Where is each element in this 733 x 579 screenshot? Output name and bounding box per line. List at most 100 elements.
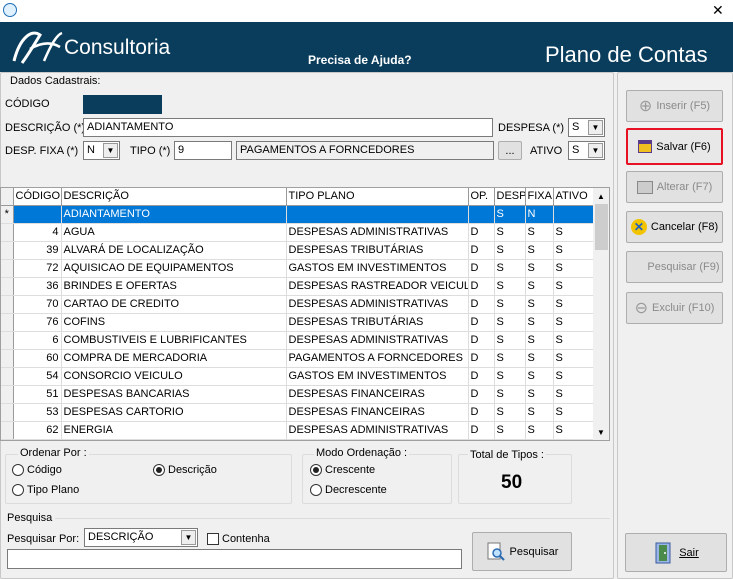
cell-fixa[interactable]: S — [525, 349, 554, 368]
chevron-down-icon[interactable]: ▼ — [588, 120, 603, 135]
cell-tipo[interactable] — [286, 205, 469, 224]
cell-ativo[interactable]: S — [553, 385, 597, 404]
col-header-descricao[interactable]: DESCRIÇÃO — [61, 188, 287, 206]
cell-op[interactable]: D — [468, 295, 495, 314]
scroll-thumb[interactable] — [595, 204, 608, 250]
modo-crescente-radio[interactable]: Crescente — [310, 464, 375, 477]
row-indicator[interactable]: * — [1, 205, 14, 224]
cell-desp[interactable]: S — [494, 223, 526, 242]
sair-button[interactable]: Sair — [625, 533, 727, 572]
cell-tipo[interactable]: DESPESAS FINANCEIRAS — [286, 403, 469, 422]
cell-tipo[interactable]: GASTOS EM INVESTIMENTOS — [286, 259, 469, 278]
cell-desp[interactable]: S — [494, 205, 526, 224]
scroll-down-icon[interactable]: ▼ — [597, 428, 605, 437]
row-indicator[interactable] — [1, 367, 14, 386]
cell-fixa[interactable]: S — [525, 295, 554, 314]
cell-ativo[interactable]: S — [553, 277, 597, 296]
cell-op[interactable] — [468, 205, 495, 224]
cell-codigo[interactable]: 70 — [13, 295, 62, 314]
row-indicator[interactable] — [1, 421, 14, 440]
cell-desp[interactable]: S — [494, 277, 526, 296]
row-indicator[interactable] — [1, 403, 14, 422]
table-row[interactable]: 51 DESPESAS BANCARIAS DESPESAS FINANCEIRAS… — [1, 385, 597, 404]
col-header-tipo-plano[interactable]: TIPO PLANO — [286, 188, 469, 206]
cell-codigo[interactable]: 51 — [13, 385, 62, 404]
despesa-select[interactable]: S ▼ — [568, 118, 605, 137]
cell-tipo[interactable]: PAGAMENTOS A FORNCEDORES — [286, 349, 469, 368]
table-row[interactable]: 62 ENERGIA DESPESAS ADMINISTRATIVAS D S S S — [1, 421, 597, 440]
row-indicator[interactable] — [1, 331, 14, 350]
pesquisa-input[interactable] — [7, 549, 462, 569]
cell-ativo[interactable]: S — [553, 223, 597, 242]
cell-fixa[interactable]: S — [525, 421, 554, 440]
table-row[interactable]: 4 AGUA DESPESAS ADMINISTRATIVAS D S S S — [1, 223, 597, 242]
pesquisar-por-select[interactable]: DESCRIÇÃO ▼ — [84, 528, 198, 547]
chevron-down-icon[interactable]: ▼ — [103, 143, 118, 158]
cell-op[interactable]: D — [468, 223, 495, 242]
row-indicator[interactable] — [1, 277, 14, 296]
table-row[interactable]: 60 COMPRA DE MERCADORIA PAGAMENTOS A FORNC… — [1, 349, 597, 368]
table-row[interactable]: 39 ALVARÁ DE LOCALIZAÇÃO DESPESAS TRIBUTÁR… — [1, 241, 597, 260]
cell-fixa[interactable]: S — [525, 223, 554, 242]
cell-fixa[interactable]: S — [525, 259, 554, 278]
cell-fixa[interactable]: S — [525, 313, 554, 332]
cell-desp[interactable]: S — [494, 295, 526, 314]
descricao-field[interactable]: ADIANTAMENTO — [83, 118, 493, 137]
cell-descricao[interactable]: AQUISICAO DE EQUIPAMENTOS — [61, 259, 287, 278]
cell-descricao[interactable]: COMPRA DE MERCADORIA — [61, 349, 287, 368]
cell-descricao[interactable]: BRINDES E OFERTAS — [61, 277, 287, 296]
row-indicator[interactable] — [1, 313, 14, 332]
cell-ativo[interactable]: S — [553, 241, 597, 260]
cell-ativo[interactable]: S — [553, 295, 597, 314]
cell-ativo[interactable]: S — [553, 367, 597, 386]
table-row[interactable]: 72 AQUISICAO DE EQUIPAMENTOS GASTOS EM INV… — [1, 259, 597, 278]
cell-codigo[interactable]: 39 — [13, 241, 62, 260]
cell-op[interactable]: D — [468, 421, 495, 440]
cell-descricao[interactable]: ADIANTAMENTO — [61, 205, 287, 224]
pesquisar-button[interactable]: Pesquisar — [472, 532, 572, 571]
cell-op[interactable]: D — [468, 349, 495, 368]
cell-descricao[interactable]: DESPESAS CARTORIO — [61, 403, 287, 422]
cell-op[interactable]: D — [468, 403, 495, 422]
table-row[interactable]: 53 DESPESAS CARTORIO DESPESAS FINANCEIRAS D… — [1, 403, 597, 422]
cell-codigo[interactable]: 54 — [13, 367, 62, 386]
inserir-button[interactable]: ⊕ Inserir (F5) — [626, 90, 723, 122]
cell-desp[interactable]: S — [494, 403, 526, 422]
table-row[interactable]: 54 CONSORCIO VEICULO GASTOS EM INVESTIMENT… — [1, 367, 597, 386]
grid-scrollbar[interactable]: ▲ ▼ — [593, 188, 609, 440]
scroll-up-icon[interactable]: ▲ — [597, 192, 605, 201]
chevron-down-icon[interactable]: ▼ — [588, 143, 603, 158]
tipo-lookup-button[interactable]: ... — [498, 141, 522, 160]
ativo-select[interactable]: S ▼ — [568, 141, 605, 160]
chevron-down-icon[interactable]: ▼ — [181, 530, 196, 545]
cell-tipo[interactable]: DESPESAS FINANCEIRAS — [286, 385, 469, 404]
row-indicator[interactable] — [1, 259, 14, 278]
col-header-ativo[interactable]: ATIVO — [553, 188, 597, 206]
cell-ativo[interactable]: S — [553, 259, 597, 278]
cancelar-button[interactable]: ✕ Cancelar (F8) — [626, 211, 723, 243]
cell-descricao[interactable]: COMBUSTIVEIS E LUBRIFICANTES — [61, 331, 287, 350]
table-row[interactable]: 70 CARTAO DE CREDITO DESPESAS ADMINISTRATI… — [1, 295, 597, 314]
cell-fixa[interactable]: S — [525, 331, 554, 350]
table-row[interactable]: 36 BRINDES E OFERTAS DESPESAS RASTREADOR V… — [1, 277, 597, 296]
close-icon[interactable]: ✕ — [712, 2, 724, 19]
cell-fixa[interactable]: S — [525, 241, 554, 260]
cell-fixa[interactable]: S — [525, 277, 554, 296]
cell-ativo[interactable]: S — [553, 403, 597, 422]
cell-tipo[interactable]: DESPESAS ADMINISTRATIVAS — [286, 331, 469, 350]
cell-tipo[interactable]: DESPESAS ADMINISTRATIVAS — [286, 421, 469, 440]
cell-codigo[interactable]: 62 — [13, 421, 62, 440]
cell-codigo[interactable] — [13, 205, 62, 224]
cell-op[interactable]: D — [468, 313, 495, 332]
cell-op[interactable]: D — [468, 331, 495, 350]
cell-tipo[interactable]: GASTOS EM INVESTIMENTOS — [286, 367, 469, 386]
ordenar-codigo-radio[interactable]: Código — [12, 464, 62, 477]
cell-fixa[interactable]: S — [525, 367, 554, 386]
cell-desp[interactable]: S — [494, 331, 526, 350]
col-header-desp[interactable]: DESP — [494, 188, 526, 206]
cell-ativo[interactable]: S — [553, 349, 597, 368]
cell-tipo[interactable]: DESPESAS TRIBUTÁRIAS — [286, 313, 469, 332]
table-row[interactable]: 76 COFINS DESPESAS TRIBUTÁRIAS D S S S — [1, 313, 597, 332]
codigo-field[interactable] — [83, 95, 162, 114]
cell-codigo[interactable]: 36 — [13, 277, 62, 296]
